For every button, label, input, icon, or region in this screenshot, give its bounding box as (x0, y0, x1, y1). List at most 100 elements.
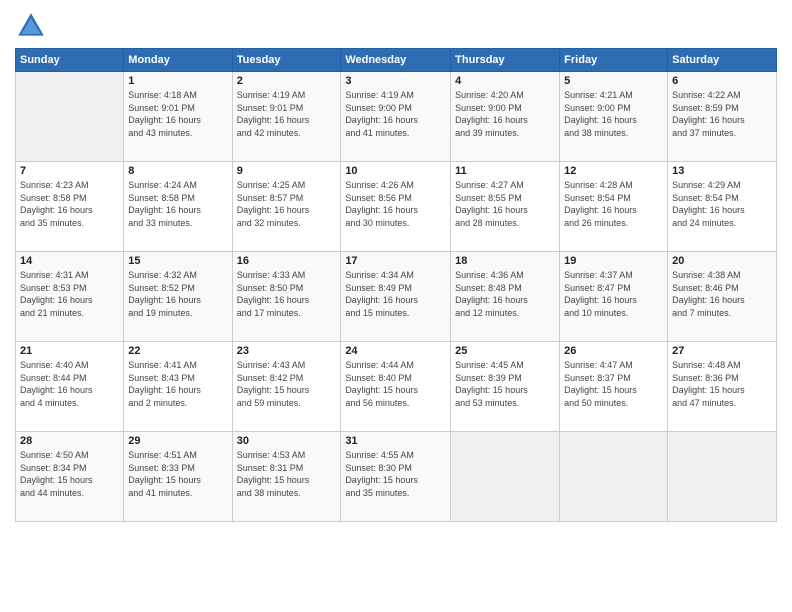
calendar-cell: 15 Sunrise: 4:32 AM Sunset: 8:52 PM Dayli… (124, 252, 232, 342)
day-info: Sunrise: 4:26 AM Sunset: 8:56 PM Dayligh… (345, 179, 446, 229)
calendar-cell: 29 Sunrise: 4:51 AM Sunset: 8:33 PM Dayli… (124, 432, 232, 522)
day-info: Sunrise: 4:37 AM Sunset: 8:47 PM Dayligh… (564, 269, 663, 319)
day-number: 17 (345, 255, 446, 267)
calendar-cell: 21 Sunrise: 4:40 AM Sunset: 8:44 PM Dayli… (16, 342, 124, 432)
calendar-cell: 13Sunrise: 4:29 AM Sunset: 8:54 PM Dayli… (668, 162, 777, 252)
calendar-header-sunday: Sunday (16, 49, 124, 72)
calendar-cell: 5 Sunrise: 4:21 AM Sunset: 9:00 PM Daylig… (560, 72, 668, 162)
calendar-cell (16, 72, 124, 162)
calendar-cell: 26 Sunrise: 4:47 AM Sunset: 8:37 PM Dayli… (560, 342, 668, 432)
day-info: Sunrise: 4:23 AM Sunset: 8:58 PM Dayligh… (20, 179, 119, 229)
calendar-week-4: 21 Sunrise: 4:40 AM Sunset: 8:44 PM Dayli… (16, 342, 777, 432)
day-info: Sunrise: 4:19 AM Sunset: 9:01 PM Dayligh… (237, 89, 337, 139)
calendar-cell: 23 Sunrise: 4:43 AM Sunset: 8:42 PM Dayli… (232, 342, 341, 432)
day-info: Sunrise: 4:27 AM Sunset: 8:55 PM Dayligh… (455, 179, 555, 229)
calendar-cell: 19 Sunrise: 4:37 AM Sunset: 8:47 PM Dayli… (560, 252, 668, 342)
header (15, 10, 777, 42)
day-info: Sunrise: 4:25 AM Sunset: 8:57 PM Dayligh… (237, 179, 337, 229)
calendar-header-row: SundayMondayTuesdayWednesdayThursdayFrid… (16, 49, 777, 72)
day-info: Sunrise: 4:47 AM Sunset: 8:37 PM Dayligh… (564, 359, 663, 409)
day-info: Sunrise: 4:38 AM Sunset: 8:46 PM Dayligh… (672, 269, 772, 319)
day-info: Sunrise: 4:20 AM Sunset: 9:00 PM Dayligh… (455, 89, 555, 139)
day-number: 13 (672, 165, 772, 177)
day-info: Sunrise: 4:34 AM Sunset: 8:49 PM Dayligh… (345, 269, 446, 319)
day-info: Sunrise: 4:51 AM Sunset: 8:33 PM Dayligh… (128, 449, 227, 499)
day-number: 3 (345, 75, 446, 87)
day-number: 7 (20, 165, 119, 177)
day-number: 25 (455, 345, 555, 357)
calendar-cell: 17 Sunrise: 4:34 AM Sunset: 8:49 PM Dayli… (341, 252, 451, 342)
calendar-cell: 16 Sunrise: 4:33 AM Sunset: 8:50 PM Dayli… (232, 252, 341, 342)
calendar-header-thursday: Thursday (451, 49, 560, 72)
calendar-cell: 25 Sunrise: 4:45 AM Sunset: 8:39 PM Dayli… (451, 342, 560, 432)
day-info: Sunrise: 4:53 AM Sunset: 8:31 PM Dayligh… (237, 449, 337, 499)
calendar-cell: 6Sunrise: 4:22 AM Sunset: 8:59 PM Daylig… (668, 72, 777, 162)
day-number: 2 (237, 75, 337, 87)
calendar-cell: 12 Sunrise: 4:28 AM Sunset: 8:54 PM Dayli… (560, 162, 668, 252)
day-info: Sunrise: 4:40 AM Sunset: 8:44 PM Dayligh… (20, 359, 119, 409)
day-info: Sunrise: 4:36 AM Sunset: 8:48 PM Dayligh… (455, 269, 555, 319)
calendar-cell: 4Sunrise: 4:20 AM Sunset: 9:00 PM Daylig… (451, 72, 560, 162)
day-number: 19 (564, 255, 663, 267)
day-number: 16 (237, 255, 337, 267)
day-number: 1 (128, 75, 227, 87)
logo-icon (15, 10, 47, 42)
day-info: Sunrise: 4:28 AM Sunset: 8:54 PM Dayligh… (564, 179, 663, 229)
day-number: 31 (345, 435, 446, 447)
day-number: 30 (237, 435, 337, 447)
calendar-header-friday: Friday (560, 49, 668, 72)
logo (15, 10, 51, 42)
calendar-cell: 7 Sunrise: 4:23 AM Sunset: 8:58 PM Daylig… (16, 162, 124, 252)
day-info: Sunrise: 4:31 AM Sunset: 8:53 PM Dayligh… (20, 269, 119, 319)
calendar-cell: 8Sunrise: 4:24 AM Sunset: 8:58 PM Daylig… (124, 162, 232, 252)
calendar-week-2: 7 Sunrise: 4:23 AM Sunset: 8:58 PM Daylig… (16, 162, 777, 252)
calendar-cell: 20Sunrise: 4:38 AM Sunset: 8:46 PM Dayli… (668, 252, 777, 342)
calendar-cell: 1 Sunrise: 4:18 AM Sunset: 9:01 PM Daylig… (124, 72, 232, 162)
day-info: Sunrise: 4:45 AM Sunset: 8:39 PM Dayligh… (455, 359, 555, 409)
day-number: 26 (564, 345, 663, 357)
calendar-cell: 18Sunrise: 4:36 AM Sunset: 8:48 PM Dayli… (451, 252, 560, 342)
day-info: Sunrise: 4:48 AM Sunset: 8:36 PM Dayligh… (672, 359, 772, 409)
day-number: 27 (672, 345, 772, 357)
calendar-cell: 3 Sunrise: 4:19 AM Sunset: 9:00 PM Daylig… (341, 72, 451, 162)
day-info: Sunrise: 4:21 AM Sunset: 9:00 PM Dayligh… (564, 89, 663, 139)
day-info: Sunrise: 4:19 AM Sunset: 9:00 PM Dayligh… (345, 89, 446, 139)
calendar-header-saturday: Saturday (668, 49, 777, 72)
calendar-header-tuesday: Tuesday (232, 49, 341, 72)
calendar-cell: 30 Sunrise: 4:53 AM Sunset: 8:31 PM Dayli… (232, 432, 341, 522)
day-info: Sunrise: 4:32 AM Sunset: 8:52 PM Dayligh… (128, 269, 227, 319)
day-number: 28 (20, 435, 119, 447)
calendar-cell: 24Sunrise: 4:44 AM Sunset: 8:40 PM Dayli… (341, 342, 451, 432)
calendar-cell (451, 432, 560, 522)
day-number: 9 (237, 165, 337, 177)
calendar-cell: 11 Sunrise: 4:27 AM Sunset: 8:55 PM Dayli… (451, 162, 560, 252)
day-number: 24 (345, 345, 446, 357)
day-number: 12 (564, 165, 663, 177)
day-number: 23 (237, 345, 337, 357)
day-number: 5 (564, 75, 663, 87)
day-number: 14 (20, 255, 119, 267)
day-info: Sunrise: 4:18 AM Sunset: 9:01 PM Dayligh… (128, 89, 227, 139)
calendar: SundayMondayTuesdayWednesdayThursdayFrid… (15, 48, 777, 522)
calendar-cell: 9 Sunrise: 4:25 AM Sunset: 8:57 PM Daylig… (232, 162, 341, 252)
calendar-cell: 14 Sunrise: 4:31 AM Sunset: 8:53 PM Dayli… (16, 252, 124, 342)
calendar-cell (560, 432, 668, 522)
day-info: Sunrise: 4:50 AM Sunset: 8:34 PM Dayligh… (20, 449, 119, 499)
calendar-cell: 22Sunrise: 4:41 AM Sunset: 8:43 PM Dayli… (124, 342, 232, 432)
calendar-header-wednesday: Wednesday (341, 49, 451, 72)
day-info: Sunrise: 4:41 AM Sunset: 8:43 PM Dayligh… (128, 359, 227, 409)
calendar-cell: 10 Sunrise: 4:26 AM Sunset: 8:56 PM Dayli… (341, 162, 451, 252)
day-info: Sunrise: 4:33 AM Sunset: 8:50 PM Dayligh… (237, 269, 337, 319)
calendar-cell: 2 Sunrise: 4:19 AM Sunset: 9:01 PM Daylig… (232, 72, 341, 162)
day-number: 15 (128, 255, 227, 267)
day-number: 11 (455, 165, 555, 177)
day-info: Sunrise: 4:55 AM Sunset: 8:30 PM Dayligh… (345, 449, 446, 499)
day-number: 10 (345, 165, 446, 177)
day-number: 21 (20, 345, 119, 357)
calendar-week-1: 1 Sunrise: 4:18 AM Sunset: 9:01 PM Daylig… (16, 72, 777, 162)
calendar-week-3: 14 Sunrise: 4:31 AM Sunset: 8:53 PM Dayli… (16, 252, 777, 342)
day-info: Sunrise: 4:43 AM Sunset: 8:42 PM Dayligh… (237, 359, 337, 409)
calendar-cell (668, 432, 777, 522)
page: SundayMondayTuesdayWednesdayThursdayFrid… (0, 0, 792, 612)
day-number: 29 (128, 435, 227, 447)
